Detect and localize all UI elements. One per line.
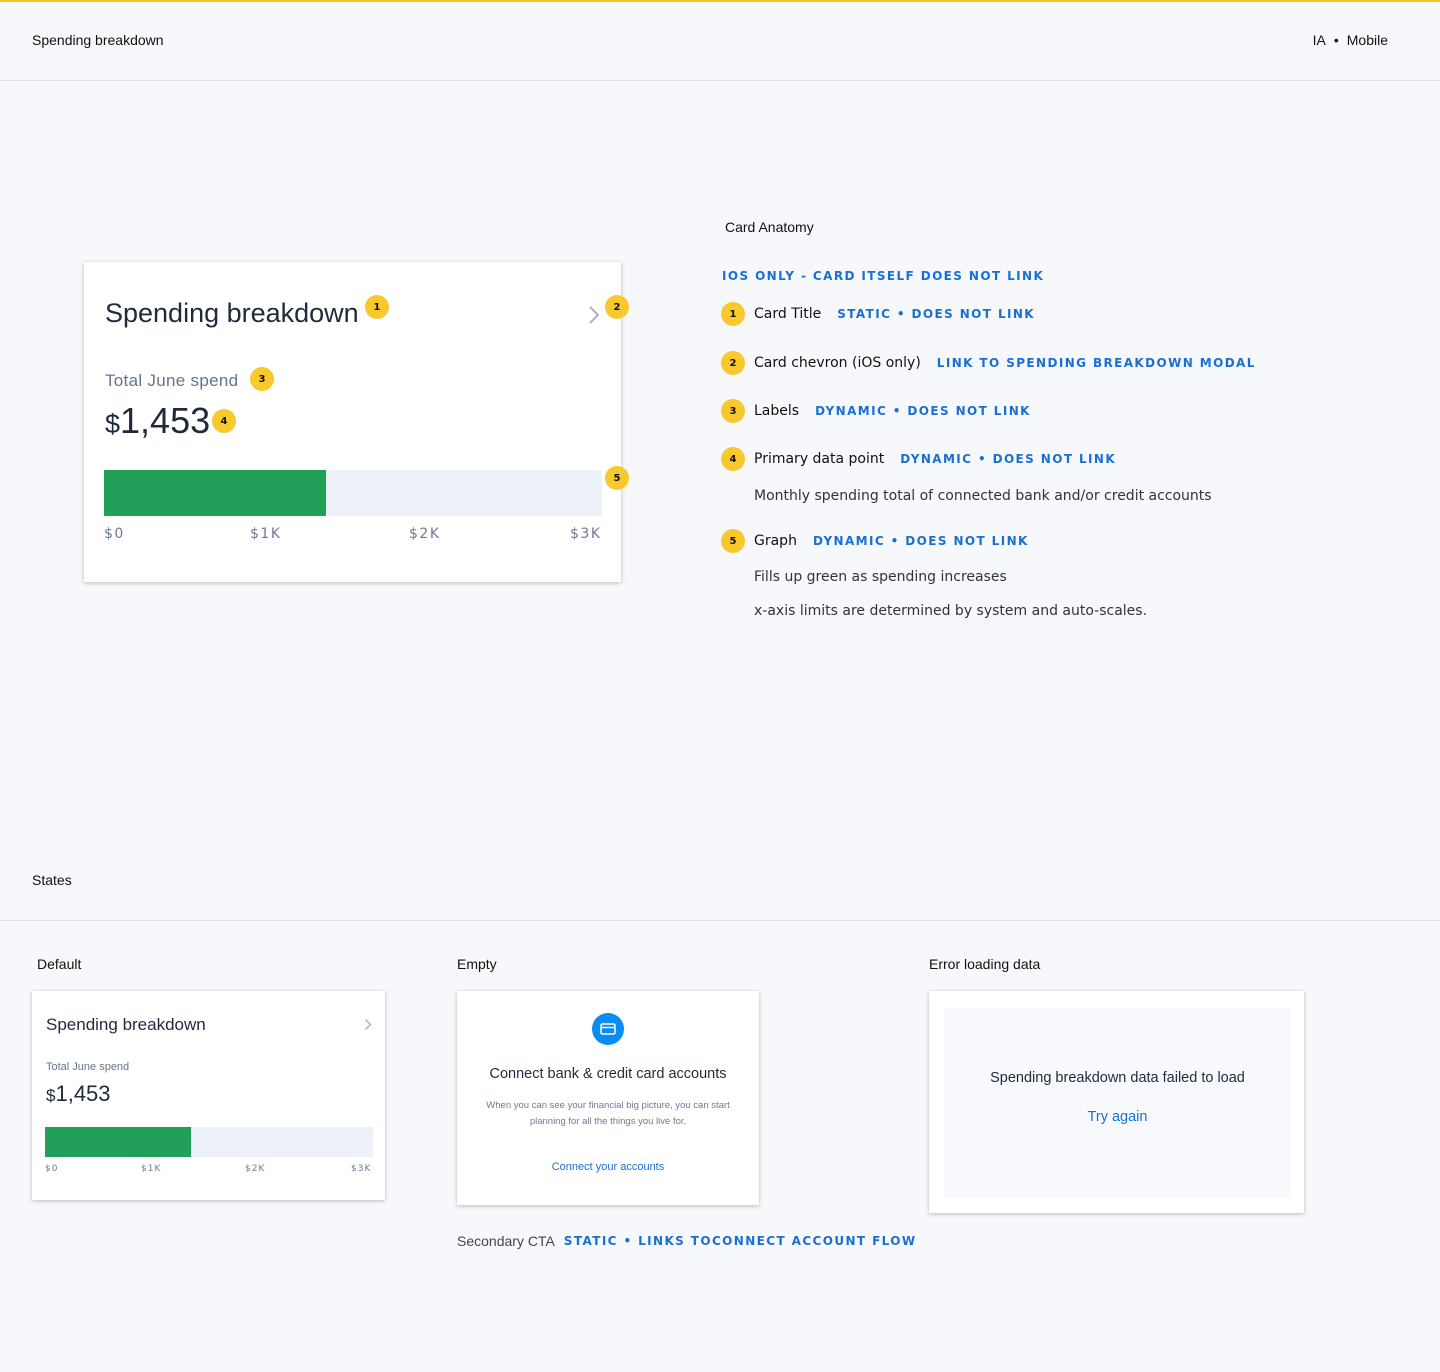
chevron-right-icon[interactable] — [364, 1018, 372, 1031]
secondary-cta-annotation: STATIC • LINKS TOCONNECT ACCOUNT FLOW — [563, 1234, 917, 1248]
spending-bar-track — [45, 1127, 373, 1157]
try-again-link[interactable]: Try again — [944, 1109, 1291, 1125]
card-label: Total June spend — [105, 371, 239, 390]
tick-2k: $2K — [245, 1164, 266, 1174]
anatomy-desc-4: Monthly spending total of connected bank… — [754, 488, 1212, 504]
badge-2: 2 — [605, 295, 629, 319]
anatomy-item-4: 4 Primary data point DYNAMIC • DOES NOT … — [721, 447, 1116, 471]
card-amount: $1,453 — [105, 400, 210, 442]
tick-3k: $3K — [570, 526, 602, 542]
card-title: Spending breakdown — [46, 1015, 206, 1034]
card-amount: $1,453 — [46, 1081, 111, 1107]
spending-card-default: Spending breakdown Total June spend $1,4… — [32, 991, 385, 1200]
states-divider — [0, 920, 1440, 921]
anatomy-note: DYNAMIC • DOES NOT LINK — [900, 452, 1117, 466]
spending-bar-fill — [45, 1127, 191, 1157]
card-label: Total June spend — [46, 1061, 130, 1073]
anatomy-item-1: 1 Card Title STATIC • DOES NOT LINK — [721, 302, 1035, 326]
badge-5: 5 — [721, 529, 745, 553]
error-message: Spending breakdown data failed to load — [990, 1070, 1245, 1086]
tick-0: $0 — [45, 1164, 59, 1174]
tick-2k: $2K — [409, 526, 441, 542]
page-title: Spending breakdown — [32, 32, 164, 48]
anatomy-label: Primary data point — [754, 451, 885, 467]
anatomy-label: Graph — [754, 533, 797, 549]
tick-0: $0 — [104, 526, 125, 542]
page-header: Spending breakdown IA • Mobile — [0, 2, 1440, 81]
badge-1: 1 — [721, 302, 745, 326]
badge-4: 4 — [212, 409, 236, 433]
tick-3k: $3K — [351, 1164, 372, 1174]
amount-value: 1,453 — [120, 400, 211, 441]
badge-1: 1 — [365, 295, 389, 319]
connect-accounts-link[interactable]: Connect your accounts — [457, 1161, 759, 1173]
badge-3: 3 — [250, 367, 274, 391]
tick-1k: $1K — [141, 1164, 162, 1174]
spending-card-error: Spending breakdown data failed to load T… — [929, 991, 1304, 1213]
anatomy-desc-5a: Fills up green as spending increases — [754, 569, 1007, 585]
empty-title: Connect bank & credit card accounts — [489, 1066, 727, 1082]
credit-card-icon — [592, 1013, 624, 1045]
anatomy-note: LINK TO SPENDING BREAKDOWN MODAL — [936, 356, 1256, 370]
header-meta: IA • Mobile — [1313, 32, 1388, 48]
state-label-empty: Empty — [457, 956, 497, 972]
currency-symbol: $ — [105, 409, 121, 439]
spending-card-anatomy: Spending breakdown 1 2 Total June spend … — [84, 262, 629, 582]
badge-2: 2 — [721, 351, 745, 375]
anatomy-note: DYNAMIC • DOES NOT LINK — [815, 404, 1031, 418]
secondary-cta-note: Secondary CTA STATIC • LINKS TOCONNECT A… — [457, 1233, 917, 1249]
secondary-cta-label: Secondary CTA — [457, 1233, 555, 1249]
state-label-default: Default — [37, 956, 82, 972]
anatomy-desc-5b: x-axis limits are determined by system a… — [754, 603, 1148, 619]
state-label-error: Error loading data — [929, 956, 1041, 972]
badge-4: 4 — [721, 447, 745, 471]
meta-ia: IA — [1312, 32, 1326, 48]
tick-1k: $1K — [250, 526, 282, 542]
badge-3: 3 — [721, 399, 745, 423]
error-panel: Spending breakdown data failed to load T… — [944, 1008, 1291, 1198]
anatomy-label: Card Title — [754, 306, 822, 322]
card-title: Spending breakdown — [105, 298, 359, 328]
spending-bar-track — [104, 470, 602, 516]
badge-5: 5 — [605, 466, 629, 490]
anatomy-title: Card Anatomy — [725, 219, 814, 235]
meta-separator: • — [1333, 32, 1339, 48]
anatomy-note: DYNAMIC • DOES NOT LINK — [812, 534, 1029, 548]
anatomy-item-5: 5 Graph DYNAMIC • DOES NOT LINK — [721, 529, 1029, 553]
anatomy-note: STATIC • DOES NOT LINK — [837, 307, 1035, 321]
anatomy-item-2: 2 Card chevron (iOS only) LINK TO SPENDI… — [721, 351, 1256, 375]
spending-card-empty: Connect bank & credit card accounts When… — [457, 991, 759, 1205]
chevron-right-icon[interactable] — [588, 305, 600, 325]
empty-body: When you can see your financial big pict… — [486, 1100, 730, 1127]
meta-platform: Mobile — [1346, 32, 1388, 48]
spending-bar-fill — [104, 470, 326, 516]
ios-only-note: IOS ONLY - CARD ITSELF DOES NOT LINK — [722, 269, 1045, 283]
amount-value: 1,453 — [55, 1081, 111, 1106]
anatomy-label: Card chevron (iOS only) — [754, 355, 921, 371]
anatomy-item-3: 3 Labels DYNAMIC • DOES NOT LINK — [721, 399, 1031, 423]
states-title: States — [32, 872, 72, 888]
anatomy-label: Labels — [754, 403, 800, 419]
